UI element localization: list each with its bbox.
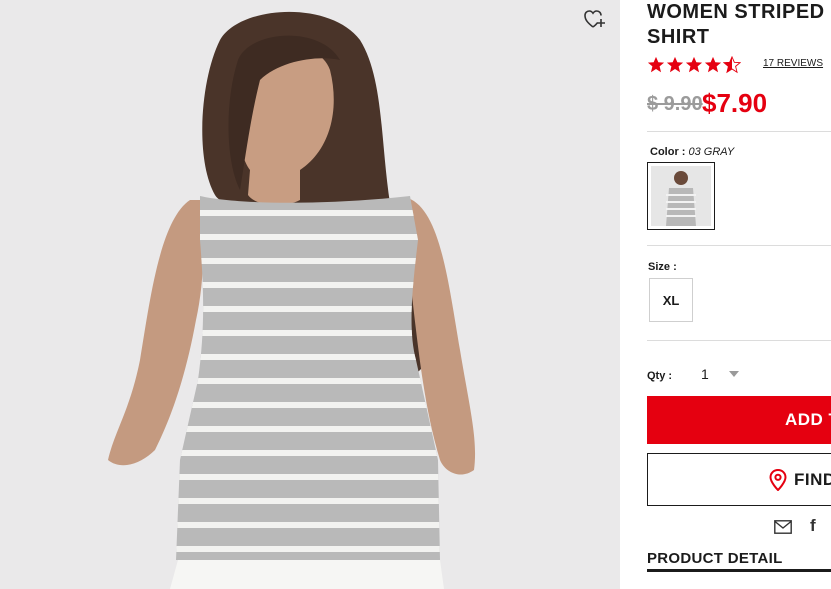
divider: [647, 340, 831, 341]
reviews-link[interactable]: 17 REVIEWS: [763, 58, 823, 69]
divider: [647, 245, 831, 246]
sale-price: $7.90: [702, 88, 768, 118]
product-title-line-2: SHIRT: [647, 26, 710, 48]
facebook-icon[interactable]: f: [810, 516, 816, 536]
wishlist-heart-plus-icon[interactable]: [582, 7, 608, 33]
add-to-cart-label: ADD T: [785, 410, 831, 429]
model-illustration: [108, 11, 476, 589]
find-in-store-button[interactable]: FIND: [647, 453, 831, 506]
add-to-cart-button[interactable]: ADD T: [647, 396, 831, 444]
half-star-icon: [723, 56, 741, 74]
find-in-store-label: FIND: [794, 470, 831, 489]
product-detail-underline: [647, 569, 831, 572]
size-label: Size :: [648, 261, 677, 273]
product-title: WOMEN STRIPED S SHIRT: [647, 0, 831, 50]
location-pin-icon: [769, 469, 787, 491]
product-info-panel: WOMEN STRIPED S SHIRT 17 REVIEWS $ 9.90 …: [647, 0, 831, 589]
quantity-select[interactable]: 1: [701, 366, 709, 382]
quantity-label: Qty :: [647, 370, 673, 382]
color-label-text: Color :: [650, 146, 686, 158]
product-detail-tab[interactable]: PRODUCT DETAIL: [647, 550, 783, 567]
size-option-xl[interactable]: XL: [649, 278, 693, 322]
swatch-thumbnail-image: [651, 166, 711, 226]
product-title-line-1: WOMEN STRIPED S: [647, 1, 831, 23]
star-icon: [666, 56, 684, 73]
mail-icon[interactable]: [774, 520, 792, 534]
product-photo: [0, 0, 620, 589]
swatch-thumbnail: [651, 166, 711, 226]
star-icon: [704, 56, 722, 73]
star-icon: [685, 56, 703, 73]
color-label: Color : 03 GRAY: [650, 146, 734, 158]
divider: [647, 131, 831, 132]
chevron-down-icon[interactable]: [729, 370, 739, 378]
rating-stars: [647, 56, 741, 76]
star-icon: [647, 56, 665, 73]
color-swatch-gray[interactable]: [647, 162, 715, 230]
color-value: 03 GRAY: [688, 146, 735, 158]
original-price: $ 9.90: [647, 93, 703, 115]
